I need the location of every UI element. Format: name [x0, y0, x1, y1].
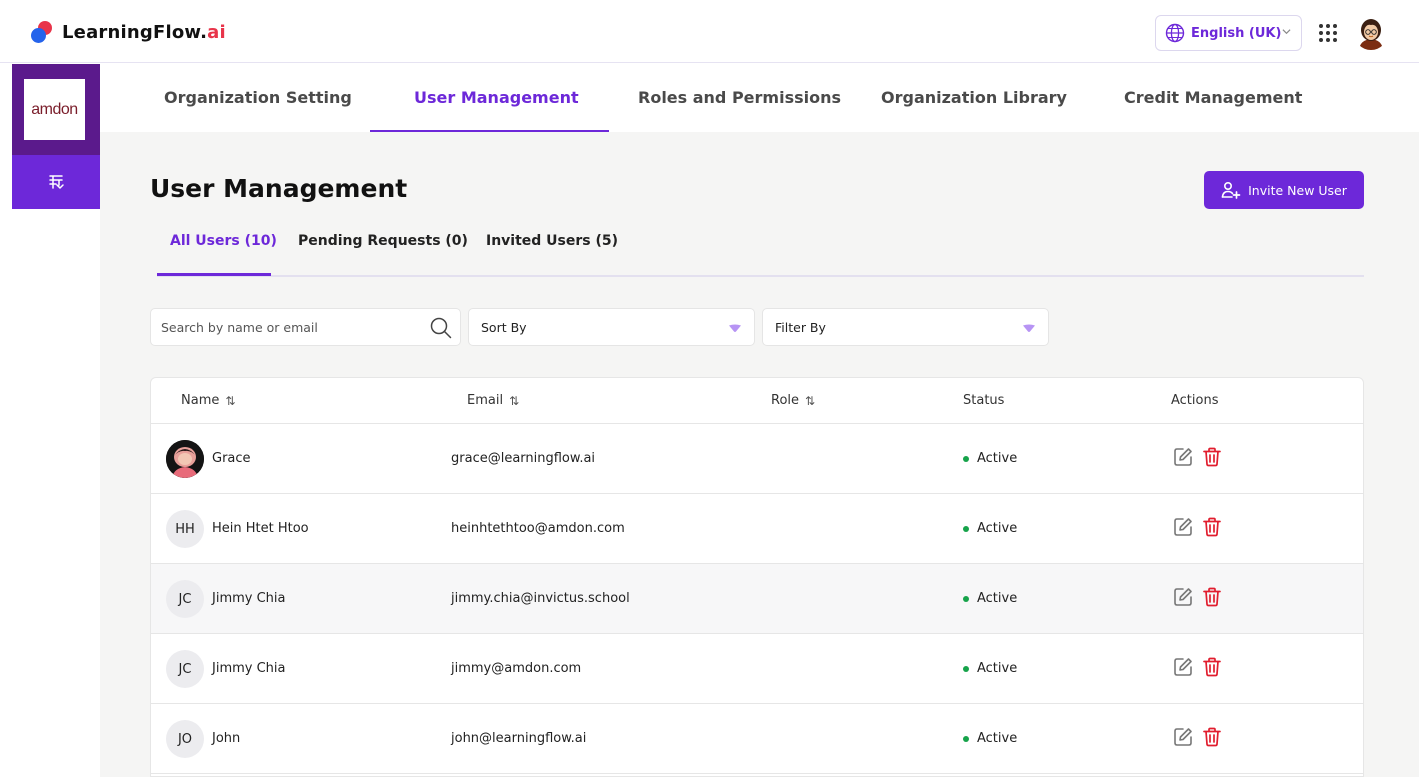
caret-down-icon: [1023, 324, 1035, 332]
brand-logo[interactable]: LearningFlow.ai: [30, 20, 226, 44]
avatar: [166, 440, 204, 478]
sort-icon: ⇅: [805, 393, 815, 408]
search-box: [150, 308, 461, 346]
brand-mark-icon: [30, 20, 54, 44]
sort-by-label: Sort By: [481, 320, 527, 335]
language-selector[interactable]: English (UK): [1155, 15, 1302, 51]
edit-icon[interactable]: [1172, 656, 1194, 678]
edit-icon[interactable]: [1172, 446, 1194, 468]
status-dot-icon: [963, 665, 969, 672]
status-badge: Active: [963, 451, 1017, 466]
organization-settings-icon: [49, 175, 64, 189]
status-badge: Active: [963, 591, 1017, 606]
status-dot-icon: [963, 455, 969, 462]
user-name: John: [212, 731, 241, 746]
table-row: Grace grace@learningflow.ai Active: [151, 424, 1363, 494]
edit-icon[interactable]: [1172, 516, 1194, 538]
sort-by-select[interactable]: Sort By: [468, 308, 755, 346]
status-badge: Active: [963, 661, 1017, 676]
table-header: Name ⇅ Email ⇅ Role ⇅ Status Actions: [151, 378, 1363, 424]
table-row: HH Hein Htet Htoo heinhtethtoo@amdon.com…: [151, 494, 1363, 564]
caret-down-icon: [729, 324, 741, 332]
column-header-status: Status: [963, 393, 1005, 408]
tab-organization-setting[interactable]: Organization Setting: [164, 88, 352, 107]
status-dot-icon: [963, 595, 969, 602]
delete-icon[interactable]: [1201, 726, 1223, 748]
top-bar: LearningFlow.ai English (UK): [0, 0, 1419, 63]
page-title: User Management: [150, 174, 408, 203]
active-subtab-indicator: [157, 273, 271, 276]
avatar: JO: [166, 720, 204, 758]
invite-new-user-button[interactable]: Invite New User: [1204, 171, 1364, 209]
left-rail: amdon: [12, 64, 100, 209]
table-row: JC Jimmy Chia jimmy.chia@invictus.school…: [151, 564, 1363, 634]
subtab-invited-users[interactable]: Invited Users (5): [486, 233, 618, 249]
brand-name: LearningFlow.ai: [62, 21, 226, 43]
add-user-icon: [1221, 181, 1241, 199]
tab-user-management[interactable]: User Management: [414, 88, 579, 107]
chevron-down-icon: [1282, 29, 1291, 35]
delete-icon[interactable]: [1201, 586, 1223, 608]
status-dot-icon: [963, 735, 969, 742]
invite-new-user-label: Invite New User: [1248, 182, 1347, 198]
avatar-portrait-icon: [1359, 19, 1383, 50]
delete-icon[interactable]: [1201, 516, 1223, 538]
rail-item-organization[interactable]: [12, 155, 100, 209]
main-content: User Management Invite New User All User…: [100, 132, 1419, 777]
user-name: Jimmy Chia: [212, 661, 286, 676]
tab-credit-management[interactable]: Credit Management: [1124, 88, 1302, 107]
user-email: grace@learningflow.ai: [451, 451, 596, 466]
avatar: JC: [166, 650, 204, 688]
delete-icon[interactable]: [1201, 656, 1223, 678]
org-logo[interactable]: amdon: [24, 79, 85, 140]
sort-icon: ⇅: [509, 393, 519, 408]
avatar: HH: [166, 510, 204, 548]
search-input[interactable]: [161, 309, 421, 345]
user-email: john@learningflow.ai: [451, 731, 587, 746]
table-row: JO John john@learningflow.ai Active: [151, 704, 1363, 774]
status-badge: Active: [963, 731, 1017, 746]
status-badge: Active: [963, 521, 1017, 536]
edit-icon[interactable]: [1172, 586, 1194, 608]
language-label: English (UK): [1191, 25, 1282, 41]
user-photo-icon: [166, 440, 204, 478]
column-header-email[interactable]: Email ⇅: [467, 393, 519, 408]
search-icon[interactable]: [429, 316, 453, 340]
column-header-role[interactable]: Role ⇅: [771, 393, 815, 408]
user-email: jimmy.chia@invictus.school: [451, 591, 630, 606]
org-logo-text: amdon: [31, 100, 78, 118]
user-email: heinhtethtoo@amdon.com: [451, 521, 625, 536]
user-name: Hein Htet Htoo: [212, 521, 309, 536]
delete-icon[interactable]: [1201, 446, 1223, 468]
user-email: jimmy@amdon.com: [451, 661, 582, 676]
user-avatar[interactable]: [1354, 16, 1388, 50]
sort-icon: ⇅: [225, 393, 235, 408]
subtab-all-users[interactable]: All Users (10): [170, 233, 277, 249]
column-header-actions: Actions: [1171, 393, 1219, 408]
apps-grid-icon[interactable]: [1319, 24, 1337, 42]
tab-organization-library[interactable]: Organization Library: [881, 88, 1067, 107]
status-dot-icon: [963, 525, 969, 532]
user-name: Jimmy Chia: [212, 591, 286, 606]
main-navigation: Organization Setting User Management Rol…: [100, 64, 1419, 132]
user-name: Grace: [212, 451, 251, 466]
column-header-name[interactable]: Name ⇅: [181, 393, 235, 408]
subtab-pending-requests[interactable]: Pending Requests (0): [298, 233, 468, 249]
table-row: JC Jimmy Chia jimmy@amdon.com Active: [151, 634, 1363, 704]
globe-icon: [1165, 23, 1185, 43]
users-table: Name ⇅ Email ⇅ Role ⇅ Status Actions Gra…: [150, 377, 1364, 777]
tab-roles-and-permissions[interactable]: Roles and Permissions: [638, 88, 841, 107]
filter-by-select[interactable]: Filter By: [762, 308, 1049, 346]
filter-by-label: Filter By: [775, 320, 826, 335]
avatar: JC: [166, 580, 204, 618]
user-subtabs: All Users (10) Pending Requests (0) Invi…: [157, 222, 1364, 277]
edit-icon[interactable]: [1172, 726, 1194, 748]
